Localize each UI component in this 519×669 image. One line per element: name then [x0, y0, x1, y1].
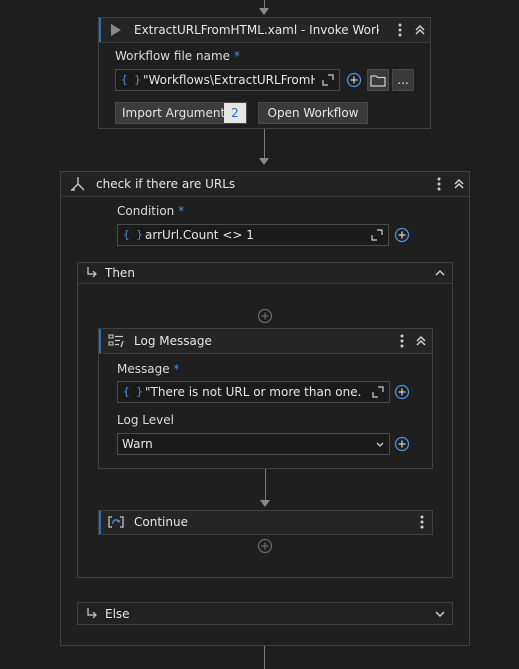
connector-line [264, 646, 265, 669]
connector-arrow [259, 158, 269, 165]
chevron-down-icon[interactable] [375, 439, 385, 453]
expand-editor-icon[interactable] [371, 229, 383, 241]
required-mark: * [233, 49, 240, 63]
workflow-file-input[interactable]: { } "Workflows\ExtractURLFromHTM [115, 69, 340, 91]
expand-editor-icon[interactable] [372, 386, 384, 398]
activity-accent-bar [99, 511, 101, 534]
if-activity[interactable]: check if there are URLs Condition * { } … [60, 171, 470, 646]
log-message-header[interactable]: Log Message [99, 329, 432, 354]
required-mark: * [173, 362, 180, 376]
expand-editor-icon[interactable] [322, 74, 334, 86]
expression-brace-icon: { } [123, 385, 143, 398]
continue-title: Continue [134, 515, 188, 529]
more-options-icon[interactable] [413, 513, 431, 531]
more-options-icon[interactable] [393, 332, 411, 350]
then-branch[interactable]: Then Log Message Message * {} "There is… [77, 262, 453, 578]
import-arguments-label: Import Arguments [122, 106, 232, 120]
browse-folder-button[interactable] [367, 69, 389, 91]
add-activity-icon[interactable] [257, 308, 273, 324]
if-branch-icon [69, 175, 87, 193]
message-value: "There is not URL or more than one. Not … [145, 385, 365, 399]
then-header[interactable]: Then [78, 263, 452, 284]
invoke-workflow-activity[interactable]: ExtractURLFromHTML.xaml - Invoke Workfl.… [98, 17, 431, 129]
condition-value: arrUrl.Count <> 1 [145, 228, 254, 242]
connector-arrow [260, 500, 270, 507]
if-title: check if there are URLs [96, 177, 236, 191]
condition-label: Condition * [117, 204, 184, 218]
required-mark: * [178, 204, 185, 218]
add-variable-icon[interactable] [346, 72, 362, 88]
log-message-icon [107, 332, 125, 350]
else-branch[interactable]: Else [77, 602, 453, 625]
add-variable-icon[interactable] [394, 436, 410, 452]
more-options-icon[interactable] [430, 175, 448, 193]
else-arrow-icon [86, 607, 98, 622]
else-label: Else [105, 607, 130, 621]
import-arguments-button[interactable]: Import Arguments 2 [115, 102, 247, 124]
chevron-up-icon[interactable] [434, 267, 446, 282]
collapse-icon[interactable] [411, 21, 429, 39]
workflow-file-label-text: Workflow file name [115, 49, 231, 63]
activity-accent-bar [99, 329, 101, 353]
open-workflow-button[interactable]: Open Workflow [258, 102, 368, 124]
expression-brace-icon: { } [123, 228, 143, 241]
add-variable-icon[interactable] [394, 384, 410, 400]
add-activity-icon[interactable] [257, 538, 273, 554]
message-label-text: Message [117, 362, 170, 376]
connector-line [264, 129, 265, 159]
then-label: Then [105, 266, 135, 280]
argument-count-badge: 2 [224, 103, 246, 123]
condition-input[interactable]: { } arrUrl.Count <> 1 [117, 224, 389, 246]
collapse-icon[interactable] [450, 175, 468, 193]
connector-arrow [259, 8, 269, 15]
chevron-down-icon[interactable] [434, 608, 446, 623]
connector-line [264, 0, 265, 8]
expression-brace-icon: { } [121, 73, 141, 86]
log-level-value: Warn [122, 437, 153, 451]
log-level-select[interactable]: Warn [117, 433, 390, 455]
message-input[interactable]: { } "There is not URL or more than one. … [117, 381, 390, 403]
continue-header[interactable]: Continue [99, 511, 432, 534]
log-level-label: Log Level [117, 413, 174, 427]
activity-accent-bar [99, 18, 101, 42]
continue-icon [107, 513, 125, 531]
workflow-file-value: "Workflows\ExtractURLFromHTM [143, 73, 315, 87]
workflow-file-label: Workflow file name * [115, 49, 240, 63]
connector-line [265, 469, 266, 501]
more-button[interactable]: ... [392, 69, 414, 91]
activity-title: ExtractURLFromHTML.xaml - Invoke Workfl.… [134, 23, 379, 37]
else-header[interactable]: Else [78, 603, 452, 624]
invoke-workflow-header[interactable]: ExtractURLFromHTML.xaml - Invoke Workfl.… [99, 18, 430, 43]
if-header[interactable]: check if there are URLs [61, 172, 469, 197]
folder-icon [370, 74, 386, 87]
condition-label-text: Condition [117, 204, 175, 218]
then-arrow-icon [86, 266, 98, 281]
collapse-icon[interactable] [412, 332, 430, 350]
play-icon[interactable] [107, 21, 125, 39]
more-options-icon[interactable] [391, 21, 409, 39]
log-message-title: Log Message [134, 334, 212, 348]
continue-activity[interactable]: Continue [98, 510, 433, 535]
add-variable-icon[interactable] [394, 227, 410, 243]
log-message-activity[interactable]: Log Message Message * { } "There is not … [98, 328, 433, 469]
message-label: Message * [117, 362, 179, 376]
